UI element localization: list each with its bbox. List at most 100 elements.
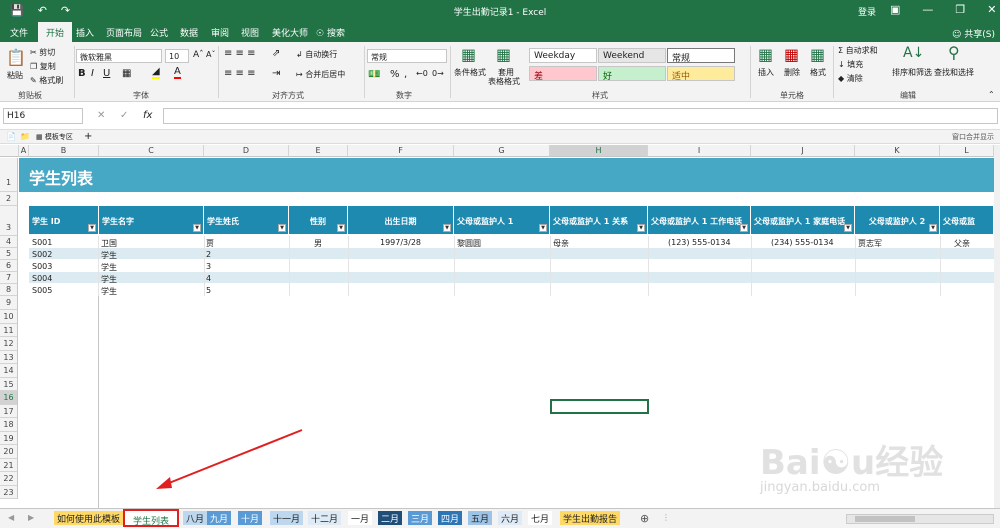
cell-guardian2-relation[interactable]: 父亲 <box>954 238 970 249</box>
row-header[interactable]: 11 <box>0 324 18 337</box>
table-header-cell[interactable]: 性别 ▼ <box>289 206 348 234</box>
add-sheet-icon[interactable]: ⊕ <box>640 512 649 525</box>
column-header[interactable]: A <box>19 145 29 157</box>
row-header[interactable]: 12 <box>0 337 18 351</box>
cell-guardian2[interactable]: 贾志军 <box>858 238 882 249</box>
style-bad[interactable]: 差 <box>529 66 597 82</box>
sheet-tab[interactable]: 一月 <box>348 511 373 525</box>
shrink-font-icon[interactable]: Aˇ <box>206 50 215 59</box>
sheet-tab[interactable]: 十一月 <box>270 511 304 525</box>
tab-split-handle[interactable]: ⋮ <box>662 513 670 522</box>
filter-dropdown-icon[interactable]: ▼ <box>443 224 451 232</box>
filter-dropdown-icon[interactable]: ▼ <box>193 224 201 232</box>
tab-review[interactable]: 审阅 <box>211 26 229 39</box>
column-header[interactable]: G <box>454 145 550 157</box>
find-icon[interactable]: ⚲ <box>948 43 960 62</box>
tab-insert[interactable]: 插入 <box>76 26 94 39</box>
row-header[interactable]: 3 <box>0 206 18 236</box>
font-size-select[interactable]: 10 <box>165 49 189 63</box>
percent-button[interactable]: % <box>390 69 400 80</box>
table-header-cell[interactable]: 父母或监护人 1 关系 ▼ <box>550 206 648 234</box>
cell-last-name[interactable]: 2 <box>206 250 211 259</box>
table-format-button-2[interactable]: 表格格式 <box>488 76 520 87</box>
spreadsheet-grid[interactable]: A B C D E F G H I J K L 1 2 3 4 5 6 7 8 … <box>0 145 994 508</box>
sort-filter-icon[interactable]: A↓ <box>903 45 924 61</box>
cell-student-id[interactable]: S004 <box>32 274 52 283</box>
column-header[interactable]: D <box>204 145 289 157</box>
paste-icon[interactable]: 📋 <box>6 48 26 67</box>
cell-first-name[interactable]: 学生 <box>101 250 117 261</box>
open-folder-icon[interactable]: 📁 <box>20 132 30 141</box>
scroll-thumb[interactable] <box>855 516 915 522</box>
decrease-decimal-icon[interactable]: 0→ <box>432 69 444 78</box>
format-painter-button[interactable]: ✎ 格式刷 <box>30 75 63 86</box>
table-header-cell[interactable]: 父母或监护人 1 ▼ <box>454 206 550 234</box>
share-button[interactable]: ☺ 共享(S) <box>952 27 995 40</box>
filter-dropdown-icon[interactable]: ▼ <box>740 224 748 232</box>
filter-dropdown-icon[interactable]: ▼ <box>637 224 645 232</box>
row-header[interactable]: 18 <box>0 418 18 432</box>
orientation-icon[interactable]: ⇗ <box>272 48 280 59</box>
row-header[interactable]: 1 <box>0 158 18 192</box>
prev-sheet-icon[interactable]: ◀ <box>8 513 14 522</box>
fill-button[interactable]: ↓ 填充 <box>838 59 863 70</box>
tab-formulas[interactable]: 公式 <box>150 26 168 39</box>
cell-guardian1-relation[interactable]: 母亲 <box>553 238 569 249</box>
row-header[interactable]: 23 <box>0 486 18 499</box>
ribbon-display-icon[interactable]: ▣ <box>890 3 900 16</box>
selected-cell[interactable] <box>550 399 649 414</box>
cell-birthdate[interactable]: 1997/3/28 <box>380 238 421 247</box>
grow-font-icon[interactable]: Aˆ <box>193 50 204 60</box>
row-header[interactable]: 16 <box>0 391 18 405</box>
column-header[interactable]: B <box>29 145 99 157</box>
column-header[interactable]: E <box>289 145 348 157</box>
cell-last-name[interactable]: 贾 <box>206 238 214 249</box>
sheet-tab[interactable]: 十二月 <box>308 511 342 525</box>
fx-icon[interactable]: fx <box>143 110 152 121</box>
cell-student-id[interactable]: S005 <box>32 286 52 295</box>
horizontal-scrollbar[interactable] <box>846 514 994 524</box>
cell-gender[interactable]: 男 <box>314 238 322 249</box>
cell-guardian1[interactable]: 黎圆圆 <box>457 238 481 249</box>
collapse-ribbon-icon[interactable]: ⌃ <box>988 90 995 99</box>
cell-student-id[interactable]: S001 <box>32 238 52 247</box>
find-select-button[interactable]: 查找和选择 <box>934 67 974 78</box>
filter-dropdown-icon[interactable]: ▼ <box>539 224 547 232</box>
login-button[interactable]: 登录 <box>858 5 876 18</box>
delete-cells-icon[interactable]: ▦ <box>784 45 799 64</box>
font-color-button[interactable]: A <box>174 66 181 79</box>
tab-meihua[interactable]: 美化大师 <box>272 26 308 39</box>
table-header-cell[interactable]: 父母或监护人 2 ▼ <box>855 206 940 234</box>
bold-button[interactable]: B <box>78 68 86 79</box>
table-header-cell[interactable]: 父母或监护人 1 家庭电话 ▼ <box>751 206 855 234</box>
name-box[interactable]: H16 <box>3 108 83 124</box>
row-header[interactable]: 2 <box>0 192 18 206</box>
row-header[interactable]: 4 <box>0 236 18 248</box>
style-normal[interactable]: 常规 <box>667 48 735 64</box>
cell-last-name[interactable]: 5 <box>206 286 211 295</box>
cell-last-name[interactable]: 3 <box>206 262 211 271</box>
row-header[interactable]: 5 <box>0 248 18 260</box>
row-header[interactable]: 17 <box>0 405 18 418</box>
select-all-corner[interactable] <box>0 145 19 157</box>
format-cells-button[interactable]: 格式 <box>810 67 826 78</box>
conditional-format-icon[interactable]: ▦ <box>461 45 476 64</box>
row-header[interactable]: 14 <box>0 364 18 378</box>
column-header[interactable]: L <box>940 145 994 157</box>
cell-guardian1-work-phone[interactable]: (123) 555-0134 <box>668 238 731 247</box>
fill-color-icon[interactable]: ◢ <box>152 66 160 79</box>
align-top-icon[interactable]: ≡ ≡ ≡ <box>224 48 256 59</box>
tab-search[interactable]: ☉ 搜索 <box>316 26 345 39</box>
sheet-tab[interactable]: 五月 <box>468 511 493 525</box>
number-format-select[interactable]: 常规 <box>367 49 447 63</box>
tab-file[interactable]: 文件 <box>10 26 28 39</box>
table-header-cell[interactable]: 父母或监护人 1 工作电话 ▼ <box>648 206 751 234</box>
row-header[interactable]: 7 <box>0 272 18 284</box>
table-header-cell[interactable]: 学生 ID ▼ <box>29 206 99 234</box>
sheet-tab[interactable]: 十月 <box>238 511 263 525</box>
next-sheet-icon[interactable]: ▶ <box>28 513 34 522</box>
style-neutral[interactable]: 适中 <box>667 66 735 82</box>
cell-first-name[interactable]: 卫国 <box>101 238 117 249</box>
increase-decimal-icon[interactable]: ←0 <box>416 69 428 78</box>
style-weekday[interactable]: Weekday <box>529 48 597 63</box>
